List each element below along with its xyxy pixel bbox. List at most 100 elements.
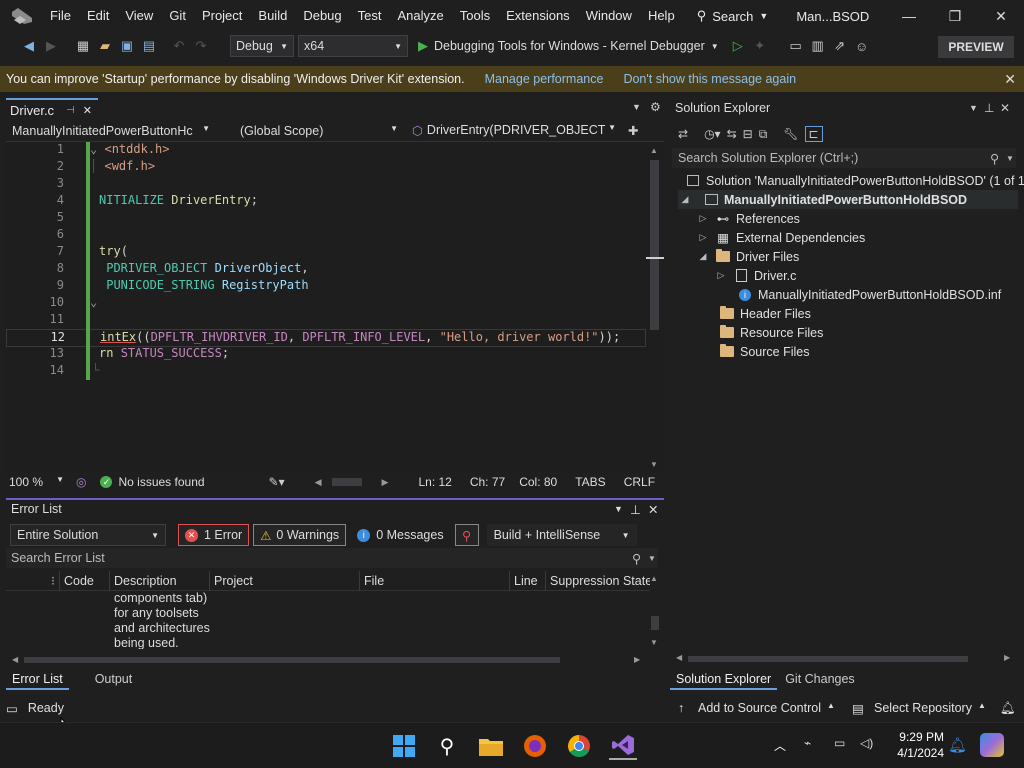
tab-output[interactable]: Output: [89, 668, 139, 690]
back-icon[interactable]: ◀: [18, 35, 40, 57]
tree-item-driver-files[interactable]: ◢ Driver Files: [696, 247, 799, 266]
column-filter-icon[interactable]: ⁝: [6, 570, 60, 591]
menu-extensions[interactable]: Extensions: [498, 0, 578, 32]
bell-icon[interactable]: 🔔︎: [1000, 701, 1016, 716]
chevron-down-icon[interactable]: ▼: [648, 554, 656, 563]
scroll-up-icon[interactable]: ▲: [650, 574, 658, 583]
error-list-search-input[interactable]: Search Error List ⚲ ▼: [6, 548, 658, 568]
minimize-button[interactable]: —: [886, 0, 932, 32]
search-menu[interactable]: ⚲ Search ▼: [697, 8, 769, 24]
menu-git[interactable]: Git: [161, 0, 194, 32]
panel-menu-icon[interactable]: ▼: [969, 103, 978, 113]
add-to-source-control-button[interactable]: Add to Source Control ▲: [698, 701, 835, 715]
properties-icon[interactable]: ▥: [807, 35, 829, 57]
scope-dropdown[interactable]: (Global Scope) ▼: [216, 124, 404, 138]
menu-help[interactable]: Help: [640, 0, 683, 32]
file-explorer-icon[interactable]: [477, 732, 505, 760]
tree-item-external-dependencies[interactable]: ▷ ▦ External Dependencies: [696, 228, 866, 247]
chrome-icon[interactable]: [565, 732, 593, 760]
scroll-up-icon[interactable]: ▲: [650, 146, 658, 155]
tree-item-resource-files[interactable]: Resource Files: [718, 323, 823, 342]
code-cleanup-icon[interactable]: ✎▾: [269, 475, 285, 489]
messages-filter-toggle[interactable]: i 0 Messages: [350, 524, 450, 546]
issues-status[interactable]: No issues found: [118, 475, 204, 489]
column-suppression-state[interactable]: Suppression State: [546, 571, 650, 591]
warnings-filter-toggle[interactable]: ⚠ 0 Warnings: [253, 524, 347, 546]
scroll-down-icon[interactable]: ▼: [650, 460, 658, 469]
system-tray-chevron-icon[interactable]: ︿: [774, 737, 786, 754]
column-project[interactable]: Project: [210, 570, 360, 591]
horizontal-scrollbar-thumb[interactable]: [331, 478, 362, 486]
gear-icon[interactable]: ⚙: [650, 100, 661, 114]
column-code[interactable]: Code: [60, 570, 110, 591]
indentation-indicator[interactable]: TABS: [575, 475, 605, 489]
error-list-hscroll-thumb[interactable]: [24, 657, 560, 663]
expand-arrow-icon[interactable]: ◢: [696, 251, 710, 262]
tab-solution-explorer[interactable]: Solution Explorer: [670, 668, 778, 690]
network-icon[interactable]: ⌁: [804, 736, 811, 750]
notification-bell-icon[interactable]: 🔔︎: [948, 736, 967, 754]
scroll-down-icon[interactable]: ▼: [650, 638, 658, 647]
save-all-icon[interactable]: ▤: [138, 35, 160, 57]
pin-icon[interactable]: ⊥: [630, 502, 641, 517]
close-infobar-icon[interactable]: ✕: [1004, 71, 1016, 88]
start-debugging-button[interactable]: ▶ Debugging Tools for Windows - Kernel D…: [418, 38, 719, 54]
menu-tools[interactable]: Tools: [452, 0, 498, 32]
menu-build[interactable]: Build: [250, 0, 295, 32]
start-without-debugging-icon[interactable]: ▷: [727, 35, 749, 57]
pin-icon[interactable]: ⊣: [66, 105, 75, 116]
scroll-right-icon[interactable]: ▶: [634, 655, 640, 664]
configuration-select[interactable]: Debug ▼: [230, 35, 294, 57]
collapse-arrow-icon[interactable]: ▷: [714, 270, 728, 281]
redo-icon[interactable]: ↷: [190, 35, 212, 57]
pending-changes-icon[interactable]: ◷▾: [704, 127, 721, 141]
display-icon[interactable]: ▭: [834, 736, 845, 750]
restore-button[interactable]: ❐: [932, 0, 978, 32]
preview-button[interactable]: PREVIEW: [938, 36, 1014, 58]
collapse-arrow-icon[interactable]: ▷: [696, 213, 710, 224]
sync-with-document-icon[interactable]: ⇄: [678, 127, 688, 141]
tab-git-changes[interactable]: Git Changes: [779, 668, 860, 690]
feedback-icon[interactable]: ☺: [851, 35, 873, 57]
save-icon[interactable]: ▣: [116, 35, 138, 57]
tree-item-source-files[interactable]: Source Files: [718, 342, 809, 361]
collapse-arrow-icon[interactable]: ▷: [696, 232, 710, 243]
select-repository-button[interactable]: Select Repository ▲: [874, 701, 986, 715]
open-folder-icon[interactable]: ▰: [94, 35, 116, 57]
scroll-left-icon[interactable]: ◀: [315, 477, 322, 488]
tree-item-driver-c[interactable]: ▷ Driver.c: [714, 266, 797, 285]
function-dropdown[interactable]: ⬡ DriverEntry(PDRIVER_OBJECT Driv ▼: [404, 123, 622, 138]
scroll-right-icon[interactable]: ▶: [382, 477, 389, 488]
scope-select[interactable]: Entire Solution ▼: [10, 524, 166, 546]
wrench-icon[interactable]: 🔧︎: [783, 127, 798, 141]
tree-item-inf[interactable]: i ManuallyInitiatedPowerButtonHoldBSOD.i…: [736, 285, 1001, 304]
close-tab-icon[interactable]: ✕: [83, 104, 92, 117]
error-description-cell[interactable]: components tab) for any toolsets and arc…: [114, 591, 214, 649]
panel-menu-icon[interactable]: ▼: [614, 504, 623, 514]
system-clock[interactable]: 9:29 PM 4/1/2024: [897, 729, 944, 761]
copilot-icon[interactable]: [980, 733, 1004, 757]
menu-edit[interactable]: Edit: [79, 0, 117, 32]
hot-reload-icon[interactable]: ✦: [749, 35, 771, 57]
firefox-icon[interactable]: [521, 732, 549, 760]
menu-analyze[interactable]: Analyze: [389, 0, 451, 32]
char-indicator[interactable]: Ch: 77: [470, 475, 505, 489]
collapse-all-icon[interactable]: ⊟: [743, 127, 753, 141]
error-list-scrollbar-thumb[interactable]: [651, 616, 659, 630]
menu-view[interactable]: View: [117, 0, 161, 32]
forward-icon[interactable]: ▶: [40, 35, 62, 57]
tree-item-project[interactable]: ◢ ManuallyInitiatedPowerButtonHoldBSOD: [678, 190, 1018, 209]
split-editor-icon[interactable]: ✚: [628, 123, 638, 138]
pin-icon[interactable]: ⊥: [984, 101, 994, 115]
solution-explorer-icon[interactable]: ▭: [785, 35, 807, 57]
line-ending-indicator[interactable]: CRLF: [624, 475, 655, 489]
manage-performance-link[interactable]: Manage performance: [485, 72, 604, 86]
preview-selected-icon[interactable]: ⊏: [804, 126, 823, 142]
tab-list-dropdown-icon[interactable]: ▼: [632, 102, 641, 112]
column-description[interactable]: Description: [110, 570, 210, 591]
share-icon[interactable]: ⇗: [829, 35, 851, 57]
expand-arrow-icon[interactable]: ◢: [678, 194, 692, 205]
scroll-left-icon[interactable]: ◀: [676, 653, 682, 662]
column-line[interactable]: Line: [510, 570, 546, 591]
new-project-icon[interactable]: ▦: [72, 35, 94, 57]
